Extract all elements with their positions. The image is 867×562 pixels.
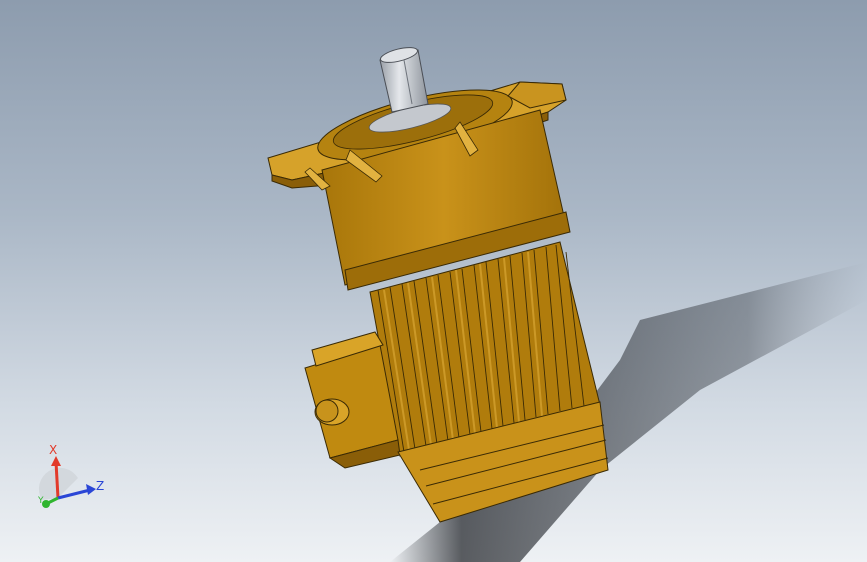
x-axis-label: X bbox=[49, 443, 58, 457]
z-axis-label: Z bbox=[96, 479, 105, 493]
3d-viewport[interactable]: X Z Y bbox=[0, 0, 867, 562]
output-shaft[interactable] bbox=[379, 45, 429, 113]
coordinate-triad bbox=[38, 456, 96, 508]
y-axis-label: Y bbox=[38, 496, 44, 506]
x-axis-arrow bbox=[54, 461, 60, 499]
cable-gland[interactable] bbox=[314, 398, 350, 426]
